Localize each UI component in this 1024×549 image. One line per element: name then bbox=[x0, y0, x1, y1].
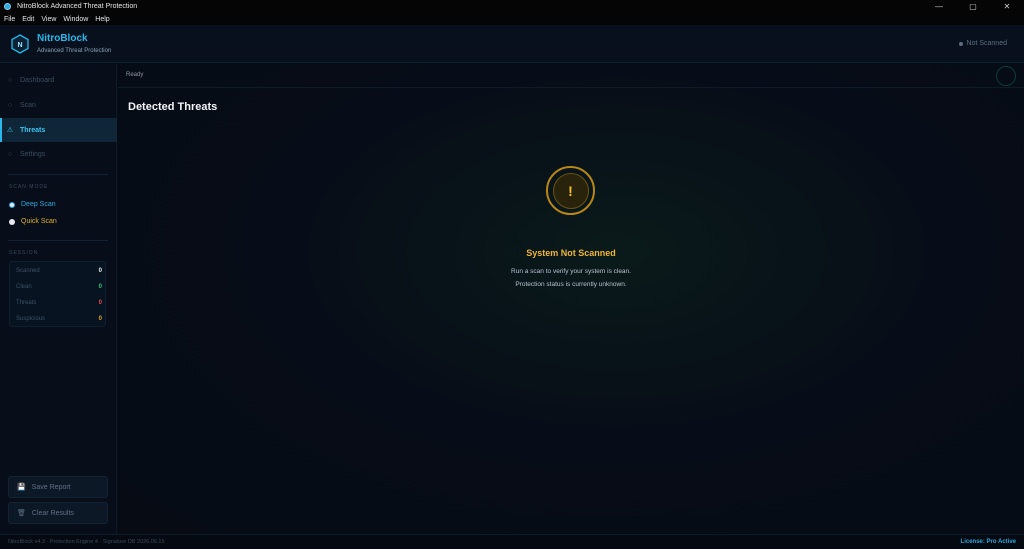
main-panel: Ready Detected Threats ! System Not Scan… bbox=[118, 64, 1024, 534]
page-title: Detected Threats bbox=[128, 101, 218, 113]
svg-text:N: N bbox=[17, 42, 22, 49]
sidebar-item-label: Dashboard bbox=[20, 76, 55, 84]
stat-clean: Clean 0 bbox=[16, 280, 102, 294]
radio-quick-scan[interactable]: Quick Scan bbox=[9, 218, 57, 225]
dashboard-icon: ○ bbox=[7, 76, 13, 84]
warning-badge: ! bbox=[546, 166, 595, 215]
brand-subtitle: Advanced Threat Protection bbox=[37, 48, 112, 54]
sidebar-item-label: Threats bbox=[20, 126, 46, 134]
stat-label: Clean bbox=[16, 284, 32, 290]
radio-deep-scan[interactable]: Deep Scan bbox=[9, 201, 56, 208]
version-info: NitroBlock v4.3 · Protection Engine 4 · … bbox=[8, 539, 165, 545]
system-status-title: System Not Scanned bbox=[526, 248, 616, 258]
stat-value: 0 bbox=[98, 284, 102, 290]
sidebar-item-dashboard[interactable]: ○ Dashboard bbox=[0, 68, 117, 92]
minimize-button[interactable]: — bbox=[922, 0, 956, 13]
radio-selected-icon bbox=[9, 201, 15, 208]
stat-value: 0 bbox=[98, 268, 102, 274]
sidebar-item-settings[interactable]: ○ Settings bbox=[0, 142, 117, 166]
shield-logo-icon: N bbox=[11, 34, 29, 54]
status-bar: NitroBlock v4.3 · Protection Engine 4 · … bbox=[0, 534, 1024, 549]
radio-label: Deep Scan bbox=[21, 201, 56, 208]
stat-value: 0 bbox=[98, 316, 102, 322]
status-description-line: Protection status is currently unknown. bbox=[515, 281, 627, 288]
trash-icon: 🗑 bbox=[17, 510, 26, 517]
menu-file[interactable]: File bbox=[4, 16, 15, 23]
menu-edit[interactable]: Edit bbox=[22, 16, 34, 23]
save-icon: 💾 bbox=[17, 484, 26, 491]
progress-ring-icon bbox=[996, 66, 1016, 86]
radio-label: Quick Scan bbox=[21, 218, 57, 225]
sidebar-item-label: Scan bbox=[20, 101, 36, 109]
divider bbox=[8, 240, 108, 241]
main-topbar: Ready bbox=[118, 64, 1024, 88]
radio-unselected-icon bbox=[9, 218, 15, 225]
clear-results-button[interactable]: 🗑 Clear Results bbox=[8, 502, 108, 524]
title-bar: NitroBlock Advanced Threat Protection — … bbox=[0, 0, 1024, 13]
menu-view[interactable]: View bbox=[41, 16, 56, 23]
stat-value: 0 bbox=[98, 300, 102, 306]
sidebar: ○ Dashboard ○ Scan ⚠ Threats ○ Settings … bbox=[0, 64, 117, 534]
menu-help[interactable]: Help bbox=[95, 16, 109, 23]
button-label: Save Report bbox=[31, 483, 71, 491]
settings-icon: ○ bbox=[7, 150, 13, 158]
sidebar-item-threats[interactable]: ⚠ Threats bbox=[0, 118, 117, 142]
status-dot-icon bbox=[958, 41, 963, 46]
maximize-button[interactable]: ▢ bbox=[956, 0, 990, 13]
app-header: N NitroBlock Advanced Threat Protection … bbox=[0, 25, 1024, 63]
button-label: Clear Results bbox=[31, 509, 74, 517]
stat-label: Suspicious bbox=[16, 316, 46, 322]
ready-status: Ready bbox=[126, 72, 144, 78]
stat-threats: Threats 0 bbox=[16, 296, 102, 310]
sidebar-item-label: Settings bbox=[20, 150, 46, 158]
stat-scanned: Scanned 0 bbox=[16, 264, 102, 278]
divider bbox=[8, 174, 108, 175]
save-report-button[interactable]: 💾 Save Report bbox=[8, 476, 108, 498]
session-heading: SESSION bbox=[9, 250, 39, 256]
scan-icon: ○ bbox=[7, 101, 13, 109]
window-title: NitroBlock Advanced Threat Protection bbox=[17, 3, 138, 10]
window-controls: — ▢ ✕ bbox=[922, 0, 1024, 13]
menu-bar: File Edit View Window Help bbox=[0, 13, 1024, 25]
app-icon bbox=[4, 3, 11, 10]
scan-mode-heading: SCAN MODE bbox=[9, 184, 49, 190]
menu-window[interactable]: Window bbox=[63, 16, 88, 23]
stat-label: Threats bbox=[16, 300, 37, 306]
status-description-line: Run a scan to verify your system is clea… bbox=[511, 268, 631, 275]
stat-label: Scanned bbox=[16, 268, 40, 274]
close-button[interactable]: ✕ bbox=[990, 0, 1024, 13]
session-stats: Scanned 0 Clean 0 Threats 0 Suspicious 0 bbox=[9, 261, 106, 327]
brand-name: NitroBlock bbox=[37, 33, 88, 44]
scan-status-label: Not Scanned bbox=[966, 40, 1007, 47]
warning-icon: ⚠ bbox=[6, 127, 14, 134]
stat-suspicious: Suspicious 0 bbox=[16, 312, 102, 326]
scan-status-badge: Not Scanned bbox=[958, 40, 1007, 47]
sidebar-item-scan[interactable]: ○ Scan bbox=[0, 93, 117, 117]
exclamation-icon: ! bbox=[552, 172, 589, 209]
license-status: License: Pro Active bbox=[960, 539, 1016, 545]
